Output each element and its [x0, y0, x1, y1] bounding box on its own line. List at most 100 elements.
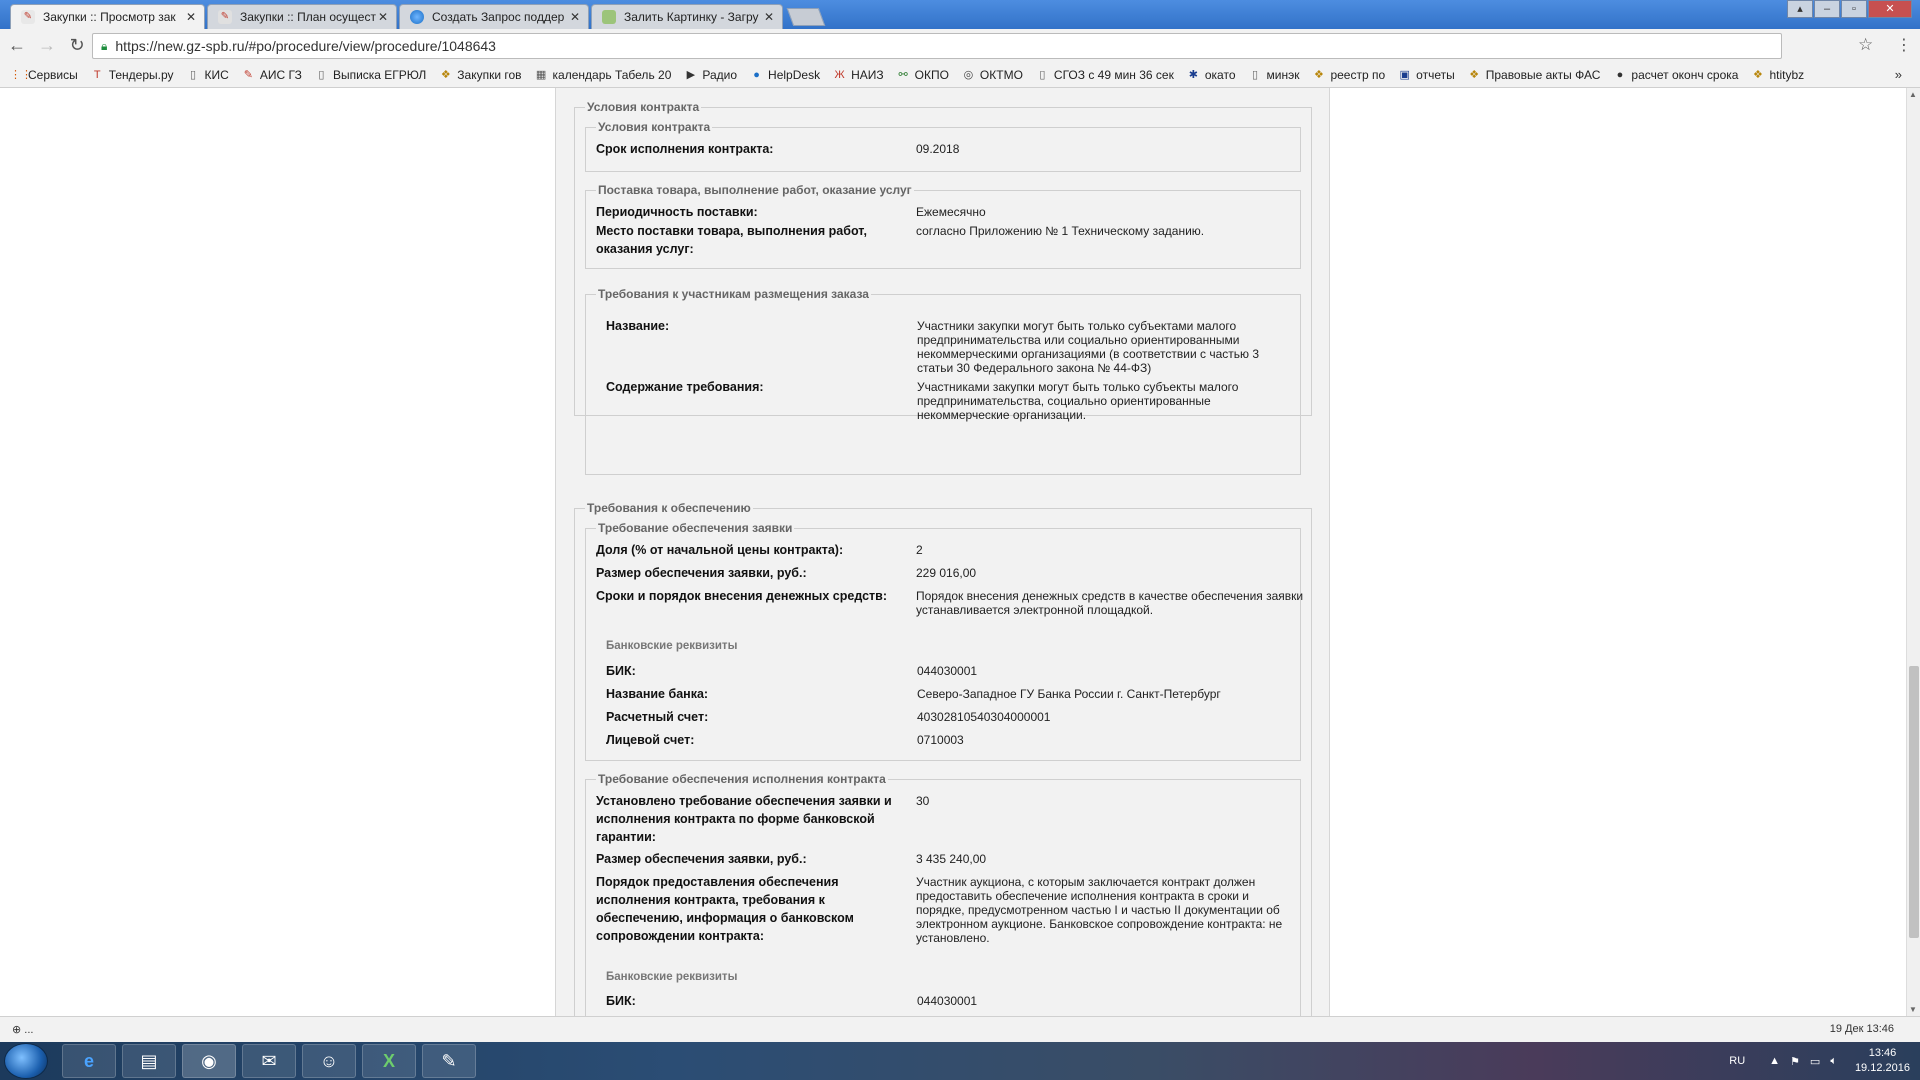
report-icon: ▣	[1399, 68, 1410, 81]
bookmark-item[interactable]: ▣ отчеты	[1398, 68, 1454, 82]
close-icon[interactable]: ✕	[186, 10, 196, 24]
bookmark-item[interactable]: ▯ КИС	[187, 68, 229, 82]
bank-details-legend: Банковские реквизиты	[606, 640, 738, 652]
bid-amount-label: Размер обеспечения заявки, руб.:	[596, 566, 807, 580]
bookmark-item[interactable]: ⚯ ОКПО	[897, 68, 949, 82]
text-line: гарантии:	[596, 830, 656, 844]
bookmark-item[interactable]: ▦ календарь Табель 20	[535, 68, 672, 82]
bookmark-item[interactable]: ❖ реестр по	[1312, 68, 1385, 82]
flag-icon[interactable]: ⚑	[1790, 1055, 1800, 1068]
subsection-title: Поставка товара, выполнение работ, оказа…	[598, 183, 912, 197]
bookmark-label: календарь Табель 20	[552, 68, 672, 82]
bookmark-item[interactable]: ● HelpDesk	[750, 68, 820, 82]
url-text: https://new.gz-spb.ru/#po/procedure/view…	[115, 38, 496, 54]
tab-plan[interactable]: ✎ Закупки :: План осущест ✕	[207, 4, 397, 29]
status-left-text: ...	[24, 1024, 34, 1036]
address-bar[interactable]: 🔒︎ https://new.gz-spb.ru/#po/procedure/v…	[92, 33, 1782, 59]
bid-share-label: Доля (% от начальной цены контракта):	[596, 543, 844, 557]
subsection-title: Требования к участникам размещения заказ…	[598, 287, 869, 301]
bookmark-item[interactable]: ✱ окато	[1187, 68, 1236, 82]
security-order-label: Порядок предоставления обеспечения испол…	[596, 873, 854, 945]
bookmark-item[interactable]: ▯ СГОЗ с 49 мин 36 сек	[1036, 68, 1173, 82]
requirement-name-value: Участники закупки могут быть только субъ…	[917, 319, 1259, 375]
close-icon[interactable]: ✕	[378, 10, 388, 24]
bookmark-star-icon[interactable]: ☆	[1858, 35, 1873, 55]
scroll-down-icon[interactable]: ▼	[1909, 1005, 1917, 1014]
bid-share-value: 2	[916, 543, 923, 557]
page-icon: ▯	[1251, 68, 1259, 81]
text-line: обеспечению, информация о банковском	[596, 911, 854, 925]
taskbar: e ▤ ◉ ✉ ☺ X ✎ RU ▲ ⚑ ▭ 🔈︎ 13:46 19.12.20…	[0, 1042, 1920, 1080]
tray-arrow-icon[interactable]: ▲	[1769, 1055, 1780, 1067]
share-icon: ⚯	[898, 68, 908, 81]
close-window-button[interactable]: ✕	[1868, 0, 1912, 18]
text-line: исполнения контракта, требования к	[596, 893, 825, 907]
bookmark-item[interactable]: ✎ АИС ГЗ	[242, 68, 302, 82]
clock[interactable]: 13:46 19.12.2016	[1855, 1046, 1910, 1076]
forward-icon[interactable]: →	[34, 33, 60, 59]
apps-icon: ⋮⋮	[10, 68, 32, 81]
emblem-icon: ❖	[440, 68, 451, 81]
outlook-icon[interactable]: ✉	[242, 1044, 296, 1078]
excel-icon[interactable]: X	[362, 1044, 416, 1078]
bookmark-item[interactable]: ▯ Выписка ЕГРЮЛ	[315, 68, 426, 82]
explorer-icon[interactable]: ▤	[122, 1044, 176, 1078]
window-controls: ▴ – ▫ ✕	[1786, 0, 1912, 18]
scroll-thumb[interactable]	[1909, 666, 1919, 938]
volume-icon[interactable]: 🔈︎	[1830, 1055, 1837, 1068]
bookmark-item[interactable]: ◎ ОКТМО	[962, 68, 1023, 82]
delivery-place-label: Место поставки товара, выполнения работ,	[596, 224, 867, 238]
bid-amount-value: 229 016,00	[916, 566, 977, 580]
bookmark-item[interactable]: ⋮⋮ Сервисы	[10, 68, 78, 82]
page-scrollbar[interactable]: ▲ ▼	[1906, 88, 1920, 1016]
tab-image-upload[interactable]: Залить Картинку - Загру ✕	[591, 4, 783, 29]
bookmark-item[interactable]: ❖ Закупки гов	[439, 68, 522, 82]
bookmark-label: окато	[1204, 68, 1236, 82]
bookmark-item[interactable]: ▯ минэк	[1249, 68, 1299, 82]
gz-icon: ✎	[218, 10, 232, 24]
lock-icon: 🔒︎	[101, 38, 108, 53]
menu-icon[interactable]: ⋮	[1896, 35, 1912, 55]
minimize-button[interactable]: –	[1814, 0, 1840, 18]
maximize-button[interactable]: ▫	[1841, 0, 1867, 18]
bank-details-legend: Банковские реквизиты	[606, 971, 738, 983]
user-icon[interactable]: ▴	[1787, 0, 1813, 18]
language-indicator[interactable]: RU	[1729, 1055, 1745, 1067]
bookmark-item[interactable]: ▶ Радио	[684, 68, 737, 82]
chrome-icon[interactable]: ◉	[182, 1044, 236, 1078]
bookmark-item[interactable]: Ж НАИЗ	[833, 68, 883, 82]
bookmark-label: ОКПО	[914, 68, 949, 82]
text-line: исполнения контракта по форме банковской	[596, 812, 875, 826]
start-button[interactable]	[4, 1043, 48, 1079]
scroll-up-icon[interactable]: ▲	[1909, 90, 1917, 99]
network-icon[interactable]: ▭	[1810, 1055, 1820, 1068]
requirement-name-label: Название:	[606, 319, 670, 333]
ie-icon[interactable]: e	[62, 1044, 116, 1078]
emblem-icon: ❖	[1753, 68, 1763, 81]
close-icon[interactable]: ✕	[764, 10, 774, 24]
reload-icon[interactable]: ↻	[64, 33, 90, 59]
text-line: Порядок предоставления обеспечения	[596, 875, 839, 889]
bookmark-label: Правовые акты ФАС	[1485, 68, 1601, 82]
tab-title: Залить Картинку - Загру	[624, 10, 759, 24]
bookmark-item[interactable]: ❖ Правовые акты ФАС	[1468, 68, 1601, 82]
tab-support-request[interactable]: Создать Запрос поддер ✕	[399, 4, 589, 29]
contract-term-label: Срок исполнения контракта:	[596, 142, 774, 156]
bookmark-label: реестр по	[1330, 68, 1386, 82]
back-icon[interactable]: ←	[4, 33, 30, 59]
bookmark-item[interactable]: T Тендеры.ру	[91, 68, 174, 82]
bookmark-item[interactable]: ● расчет оконч срока	[1613, 68, 1739, 82]
system-tray: RU ▲ ⚑ ▭ 🔈︎ 13:46 19.12.2016	[1729, 1042, 1910, 1080]
tab-procedure-view[interactable]: ✎ Закупки :: Просмотр зак ✕	[10, 4, 205, 29]
user-icon[interactable]: ☺	[302, 1044, 356, 1078]
more-bookmarks-icon[interactable]: »	[1895, 67, 1902, 82]
new-tab-button[interactable]	[786, 8, 826, 26]
naiz-icon: Ж	[834, 68, 845, 81]
close-icon[interactable]: ✕	[570, 10, 580, 24]
emblem-icon: ❖	[1469, 68, 1480, 81]
paint-icon[interactable]: ✎	[422, 1044, 476, 1078]
bid-terms-value: Порядок внесения денежных средств в каче…	[916, 589, 1303, 617]
personal-account-label: Лицевой счет:	[606, 733, 695, 747]
bookmark-item[interactable]: ❖ htitybz	[1751, 68, 1804, 82]
emblem-icon: ❖	[1314, 68, 1324, 81]
